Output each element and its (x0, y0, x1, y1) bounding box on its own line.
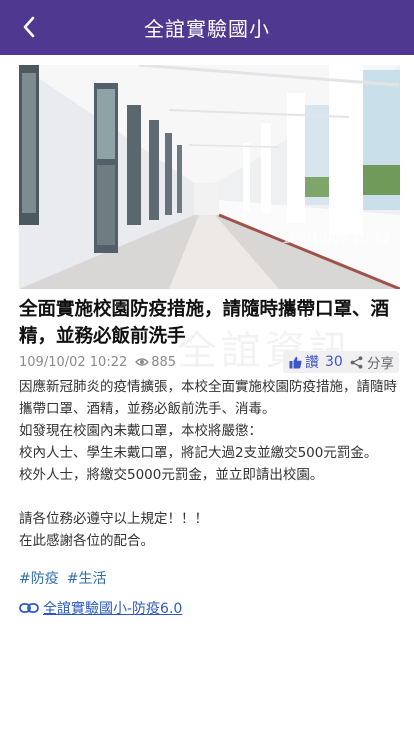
body-paragraph: 因應新冠肺炎的疫情擴張，本校全面實施校園防疫措施，請隨時攜帶口罩、酒精，並務必飯… (19, 379, 397, 417)
share-label: 分享 (367, 356, 394, 372)
post-photo: 109/10/02 10:22 (19, 65, 400, 289)
post-body: 因應新冠肺炎的疫情擴張，本校全面實施校園防疫措施，請隨時攜帶口罩、酒精，並務必飯… (19, 376, 400, 552)
share-icon (350, 355, 363, 369)
related-link[interactable]: 全誼實驗國小-防疫6.0 (43, 598, 182, 618)
like-count: 30 (325, 354, 343, 370)
related-link-row: 全誼實驗國小-防疫6.0 (19, 598, 182, 618)
link-icon (19, 603, 39, 613)
body-paragraph: 在此感謝各位的配合。 (19, 533, 154, 549)
body-paragraph: 如發現在校園內未戴口罩，本校將嚴懲： (19, 423, 262, 439)
like-label: 讚 (305, 355, 319, 371)
thumbs-up-icon (289, 356, 302, 368)
post-date: 109/10/02 10:22 (19, 354, 128, 370)
photo-timestamp: 109/10/02 10:22 (281, 232, 390, 247)
tag-list: #防疫 #生活 (19, 568, 106, 588)
body-paragraph: 校外人士，將繳交5000元罰金，並立即請出校園。 (19, 467, 324, 483)
post-title: 全面實施校園防疫措施，請隨時攜帶口罩、酒精，並務必飯前洗手 (19, 299, 390, 347)
like-button[interactable]: 讚 30 (283, 351, 349, 373)
back-button[interactable] (14, 12, 44, 42)
app-header: 全誼實驗國小 (0, 0, 414, 55)
tag-epidemic[interactable]: #防疫 (19, 568, 59, 588)
views-count: 885 (135, 355, 176, 370)
share-button[interactable]: 分享 (345, 351, 399, 373)
body-paragraph: 校內人士、學生未戴口罩，將記大過2支並繳交500元罰金。 (19, 445, 378, 461)
views-value: 885 (151, 354, 177, 370)
body-paragraph: 請各位務必遵守以上規定！！！ (19, 511, 208, 527)
tag-life[interactable]: #生活 (67, 568, 107, 588)
page-title: 全誼實驗國小 (144, 17, 270, 41)
eye-icon (135, 358, 150, 366)
chevron-left-icon (23, 16, 35, 38)
